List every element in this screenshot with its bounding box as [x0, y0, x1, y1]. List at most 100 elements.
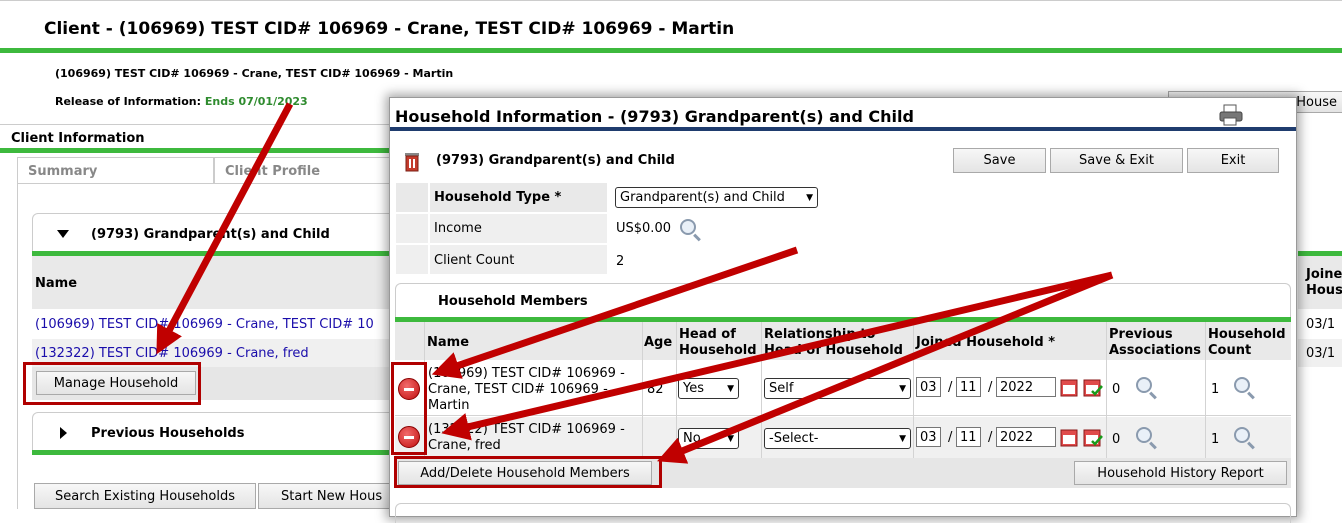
- col-count: Household Count: [1208, 327, 1286, 358]
- client-count-label-cell: Client Count: [430, 245, 607, 274]
- chevron-down-icon: ▼: [727, 433, 734, 444]
- save-exit-label: Save & Exit: [1079, 153, 1154, 168]
- date-slash: /: [988, 380, 993, 395]
- calendar-icon[interactable]: [1060, 427, 1080, 447]
- save-button[interactable]: Save: [953, 148, 1046, 173]
- household-type-label-cell: Household Type *: [430, 183, 607, 212]
- tab-summary-label: Summary: [28, 164, 98, 179]
- head-select-1[interactable]: Yes ▼: [678, 378, 739, 399]
- exit-button[interactable]: Exit: [1187, 148, 1279, 173]
- col-divider: [676, 322, 677, 458]
- date-slash: /: [948, 430, 953, 445]
- save-exit-button[interactable]: Save & Exit: [1050, 148, 1183, 173]
- roi-label-text: Release of Information:: [55, 95, 201, 108]
- previous-count-1: 0: [1112, 382, 1121, 397]
- members-heading: Household Members: [438, 294, 588, 309]
- tab-client-profile[interactable]: Client Profile: [214, 157, 404, 183]
- household-member-link-1[interactable]: (106969) TEST CID# 106969 - Crane, TEST …: [35, 317, 390, 332]
- print-icon[interactable]: [1218, 104, 1244, 126]
- start-new-household-button[interactable]: Start New Hous: [258, 483, 408, 509]
- col-divider: [1205, 322, 1206, 458]
- client-count-label: Client Count: [434, 253, 515, 268]
- relationship-select-1[interactable]: Self ▼: [764, 378, 911, 399]
- household-type-select[interactable]: Grandparent(s) and Child ▼: [615, 187, 818, 208]
- tabs-divider: [17, 183, 407, 184]
- roi-label: Release of Information: Ends 07/01/2023: [55, 95, 308, 108]
- col-previous: Previous Associations: [1109, 327, 1201, 358]
- head-value-2: No: [683, 431, 701, 446]
- previous-search-icon[interactable]: [1136, 427, 1152, 443]
- member-name-2: (132322) TEST CID# 106969 - Crane, fred: [428, 422, 625, 453]
- count-search-icon[interactable]: [1234, 377, 1250, 393]
- calendar-check-icon[interactable]: [1083, 377, 1103, 397]
- joined-month-1[interactable]: 03: [916, 377, 941, 397]
- right-joined-value-2: 03/1: [1306, 346, 1336, 361]
- right-joined-header: Joine Hous: [1306, 267, 1342, 298]
- col-divider: [1106, 322, 1107, 458]
- head-select-2[interactable]: No ▼: [678, 428, 739, 449]
- date-slash: /: [988, 430, 993, 445]
- start-new-label: Start New Hous: [281, 488, 383, 504]
- household-member-link-2[interactable]: (132322) TEST CID# 106969 - Crane, fred: [35, 346, 309, 361]
- household-type-label: Household Type *: [434, 190, 562, 205]
- count-search-icon[interactable]: [1234, 427, 1250, 443]
- right-joined-value-1: 03/1: [1306, 317, 1336, 332]
- header-green-bar: [0, 48, 1342, 53]
- modal-title: Household Information - (9793) Grandpare…: [395, 107, 914, 126]
- household-modal: Household Information - (9793) Grandpare…: [389, 97, 1297, 523]
- income-value: US$0.00: [616, 221, 671, 236]
- roi-value: Ends 07/01/2023: [204, 95, 308, 108]
- col-divider: [761, 322, 762, 458]
- field-spacer-2: [396, 214, 428, 243]
- collapsed-triangle-icon[interactable]: [60, 427, 67, 439]
- client-info-heading: Client Information: [11, 131, 145, 146]
- previous-green-bar: [32, 450, 407, 455]
- joined-day-1[interactable]: 11: [956, 377, 981, 397]
- tab-client-profile-label: Client Profile: [225, 164, 321, 179]
- tab-summary[interactable]: Summary: [17, 157, 214, 183]
- calendar-check-icon[interactable]: [1083, 427, 1103, 447]
- right-green-bar: [1298, 251, 1342, 256]
- household-count-2: 1: [1211, 432, 1220, 447]
- relationship-value-1: Self: [769, 381, 794, 396]
- income-label: Income: [434, 221, 482, 236]
- page-title: Client - (106969) TEST CID# 106969 - Cra…: [44, 19, 735, 39]
- head-value-1: Yes: [683, 381, 704, 396]
- date-slash: /: [948, 380, 953, 395]
- relationship-select-2[interactable]: -Select- ▼: [764, 428, 911, 449]
- previous-search-icon[interactable]: [1136, 377, 1152, 393]
- left-content-border: [17, 183, 18, 509]
- household-type-value: Grandparent(s) and Child: [620, 190, 785, 205]
- expand-triangle-icon[interactable]: [57, 230, 69, 238]
- delete-household-icon[interactable]: [403, 150, 421, 172]
- household-history-report-button[interactable]: Household History Report: [1074, 461, 1287, 485]
- joined-day-2[interactable]: 11: [956, 427, 981, 447]
- income-search-icon[interactable]: [680, 219, 696, 235]
- chevron-down-icon: ▼: [806, 192, 813, 203]
- search-existing-label: Search Existing Households: [55, 488, 235, 504]
- member-name-1: (106969) TEST CID# 106969 - Crane, TEST C…: [428, 366, 625, 413]
- lower-section-box: [395, 503, 1291, 523]
- search-existing-households-button[interactable]: Search Existing Households: [34, 483, 256, 509]
- household-count-1: 1: [1211, 382, 1220, 397]
- previous-count-2: 0: [1112, 432, 1121, 447]
- joined-year-2[interactable]: 2022: [996, 427, 1056, 447]
- client-subtitle: (106969) TEST CID# 106969 - Crane, TEST …: [55, 67, 454, 80]
- field-spacer-1: [396, 183, 428, 212]
- household-section-title: (9793) Grandparent(s) and Child: [91, 227, 330, 242]
- col-divider: [913, 322, 914, 458]
- joined-month-2[interactable]: 03: [916, 427, 941, 447]
- joined-year-1[interactable]: 2022: [996, 377, 1056, 397]
- right-bg-table-header: Joine Hous: [1298, 256, 1342, 309]
- chevron-down-icon: ▼: [899, 433, 906, 444]
- chevron-down-icon: ▼: [899, 383, 906, 394]
- remove-icons-highlight: [391, 362, 427, 455]
- col-joined: Joined Household *: [916, 335, 1056, 350]
- history-report-label: Household History Report: [1097, 465, 1264, 481]
- client-count-value: 2: [616, 254, 625, 269]
- col-age: Age: [644, 335, 673, 350]
- calendar-icon[interactable]: [1060, 377, 1080, 397]
- col-head: Head of Household: [679, 327, 757, 358]
- client-header: Client - (106969) TEST CID# 106969 - Cra…: [0, 0, 1342, 48]
- col-name: Name: [427, 335, 470, 350]
